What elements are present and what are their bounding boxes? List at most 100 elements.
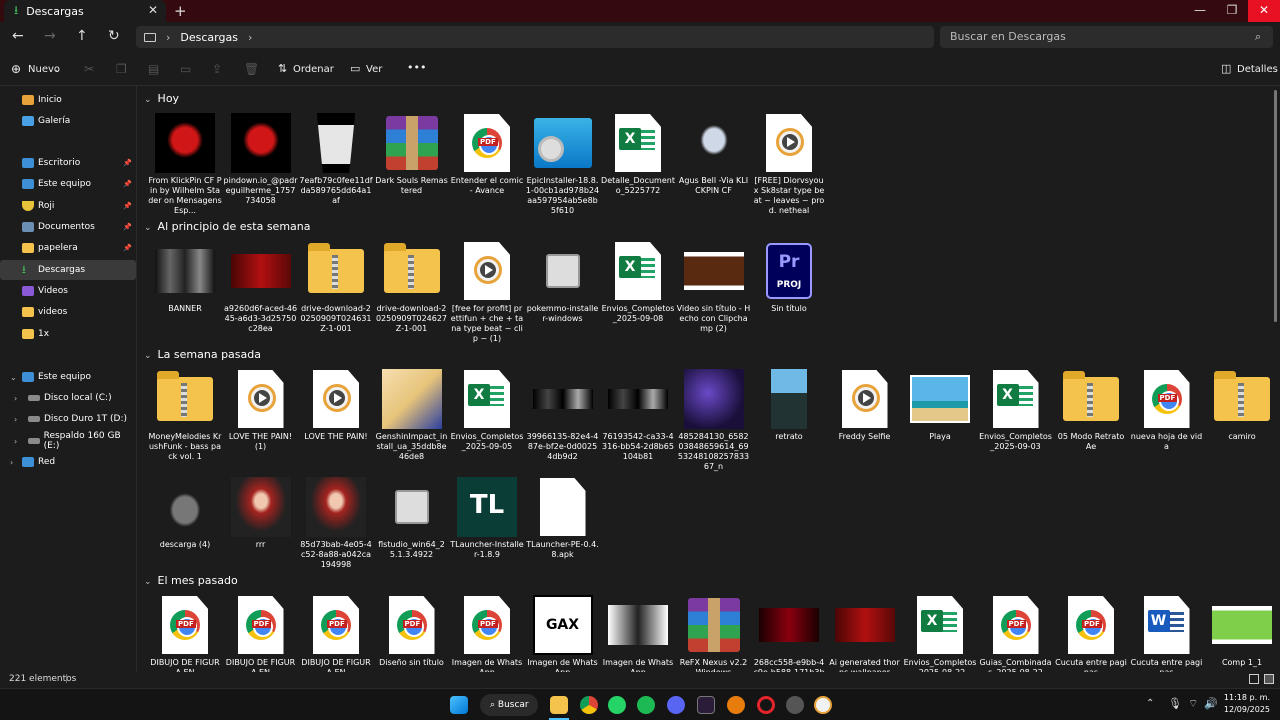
view-button[interactable]: Ver	[366, 64, 382, 75]
more-options-button[interactable]: •••	[407, 61, 426, 74]
opera-icon[interactable]	[757, 696, 775, 714]
up-icon[interactable]: ↑	[76, 28, 88, 44]
file-thumbnail	[230, 112, 291, 174]
sidebar-item-escritorio[interactable]: Escritorio 📌	[0, 153, 136, 173]
file-name: Ai generated thorns wallpaper	[829, 658, 900, 672]
search-input[interactable]: Buscar en Descargas	[940, 26, 1273, 48]
file-thumbnail: PDF	[986, 594, 1046, 656]
chrome-icon[interactable]	[580, 696, 598, 714]
file-explorer-icon[interactable]	[550, 696, 568, 714]
monitor-icon	[144, 32, 156, 42]
sidebar-item-label: Descargas	[38, 265, 86, 275]
forward-icon[interactable]: →	[44, 28, 56, 44]
sidebar-item-disco-e[interactable]: › Respaldo 160 GB (E:)	[0, 431, 136, 451]
copy-icon[interactable]: ❐	[116, 62, 127, 76]
breadcrumb-location[interactable]: Descargas	[180, 31, 238, 44]
details-button[interactable]: Detalles	[1237, 64, 1278, 75]
chevron-down-icon[interactable]: ⌄	[144, 95, 152, 105]
volume-icon[interactable]: 🔊	[1204, 697, 1218, 710]
tlauncher-icon: TL	[457, 477, 517, 537]
refresh-icon[interactable]: ↻	[108, 28, 120, 44]
sidebar-item-disco-c[interactable]: › Disco local (C:)	[0, 388, 136, 408]
wifi-icon[interactable]: ⌔	[1188, 697, 1198, 711]
group-header[interactable]: ⌄ La semana pasada	[144, 348, 261, 361]
spotify-icon[interactable]	[637, 696, 655, 714]
clock-time[interactable]: 11:18 p. m.	[1222, 693, 1270, 702]
chevron-down-icon[interactable]: ⌄	[144, 351, 152, 361]
sidebar-item-label: Escritorio	[38, 158, 81, 168]
sidebar-item-documentos[interactable]: Documentos 📌	[0, 217, 136, 237]
file-name: LOVE THE PAIN! (1)	[228, 432, 293, 451]
blender-icon[interactable]	[727, 696, 745, 714]
visual-studio-icon[interactable]	[697, 696, 715, 714]
microphone-icon[interactable]: 🎙	[1168, 697, 1182, 710]
address-bar[interactable]: › Descargas ›	[136, 26, 934, 48]
chevron-right-icon[interactable]: ›	[14, 415, 17, 424]
sidebar-item-este-equipo[interactable]: Este equipo 📌	[0, 174, 136, 194]
sidebar-item-inicio[interactable]: Inicio	[0, 90, 136, 110]
delete-icon[interactable]: 🗑	[244, 62, 259, 76]
chevron-right-icon[interactable]: ›	[14, 437, 17, 446]
chevron-down-icon[interactable]: ⌄	[10, 373, 17, 382]
pin-icon: 📌	[123, 244, 132, 252]
sidebar-item-disco-d[interactable]: › Disco Duro 1T (D:)	[0, 409, 136, 429]
group-header[interactable]: ⌄ El mes pasado	[144, 574, 238, 587]
video-file-icon	[766, 114, 812, 172]
sidebar-item-videos[interactable]: Videos	[0, 281, 136, 301]
new-tab-button[interactable]: +	[174, 2, 187, 20]
sort-button[interactable]: Ordenar	[293, 64, 334, 75]
minimize-button[interactable]: —	[1184, 0, 1216, 22]
tiles-view-icon[interactable]	[1264, 674, 1274, 684]
sidebar-item-este-equipo-tree[interactable]: ⌄ Este equipo	[0, 367, 136, 387]
tab-descargas[interactable]: ⭳ Descargas ✕	[4, 0, 166, 22]
details-pane-icon: ◫	[1221, 62, 1232, 75]
chevron-right-icon[interactable]: ›	[10, 458, 13, 467]
close-tab-icon[interactable]: ✕	[148, 3, 158, 17]
app-icon[interactable]	[786, 696, 804, 714]
details-view-icon[interactable]	[1249, 674, 1259, 684]
sidebar-item-galeria[interactable]: Galería	[0, 111, 136, 131]
chevron-down-icon[interactable]: ⌄	[144, 577, 152, 587]
file-name: Entender el comic - Avance	[450, 176, 524, 195]
close-button[interactable]: ✕	[1248, 0, 1280, 22]
rename-icon[interactable]: ▭	[180, 62, 191, 76]
group-header[interactable]: ⌄ Hoy	[144, 92, 179, 105]
start-icon[interactable]	[450, 696, 468, 714]
whatsapp-icon[interactable]	[608, 696, 626, 714]
zip-folder-icon	[1214, 371, 1270, 421]
vertical-scrollbar[interactable]	[1274, 90, 1277, 322]
cut-icon[interactable]: ✂	[84, 62, 94, 76]
sidebar-item-red[interactable]: › Red	[0, 452, 136, 472]
image-thumbnail	[608, 605, 668, 645]
clock-date[interactable]: 12/09/2025	[1222, 705, 1270, 714]
file-thumbnail	[155, 240, 215, 302]
file-thumbnail	[155, 368, 215, 430]
sidebar-item-papelera[interactable]: papelera 📌	[0, 238, 136, 258]
chevron-up-icon[interactable]: ⌃	[1146, 698, 1154, 709]
discord-icon[interactable]	[667, 696, 685, 714]
media-player-icon[interactable]	[814, 696, 832, 714]
zip-folder-icon	[308, 243, 364, 293]
back-icon[interactable]: ←	[12, 28, 24, 44]
excel-file-icon: X	[464, 370, 510, 428]
folder-icon	[22, 243, 34, 253]
taskbar-search[interactable]: ⌕ Buscar	[480, 694, 538, 716]
file-name: Cucuta entre paginas	[1130, 658, 1203, 672]
network-icon	[22, 457, 34, 467]
sidebar-item-roji[interactable]: Roji 📌	[0, 196, 136, 216]
chevron-down-icon[interactable]: ⌄	[144, 223, 152, 233]
file-thumbnail	[306, 368, 366, 430]
sidebar-item-descargas[interactable]: ⭳ Descargas	[0, 260, 136, 280]
group-header[interactable]: ⌄ Al principio de esta semana	[144, 220, 311, 233]
file-thumbnail	[608, 594, 668, 656]
file-name: drive-download-20250909T024627Z-1-001	[375, 304, 448, 333]
maximize-button[interactable]: ❐	[1216, 0, 1248, 22]
file-name: Playa	[929, 432, 951, 441]
chevron-right-icon[interactable]: ›	[14, 394, 17, 403]
file-name: pindown.io_@padreguilherme_1757734058	[223, 176, 298, 205]
paste-icon[interactable]: ▤	[148, 62, 159, 76]
file-name: Guias_Combinadas_2025-08-22	[979, 658, 1052, 672]
sidebar-item-videos-folder[interactable]: videos	[0, 302, 136, 322]
share-icon[interactable]: ⇪	[212, 62, 222, 76]
sidebar-item-1x[interactable]: 1x	[0, 324, 136, 344]
